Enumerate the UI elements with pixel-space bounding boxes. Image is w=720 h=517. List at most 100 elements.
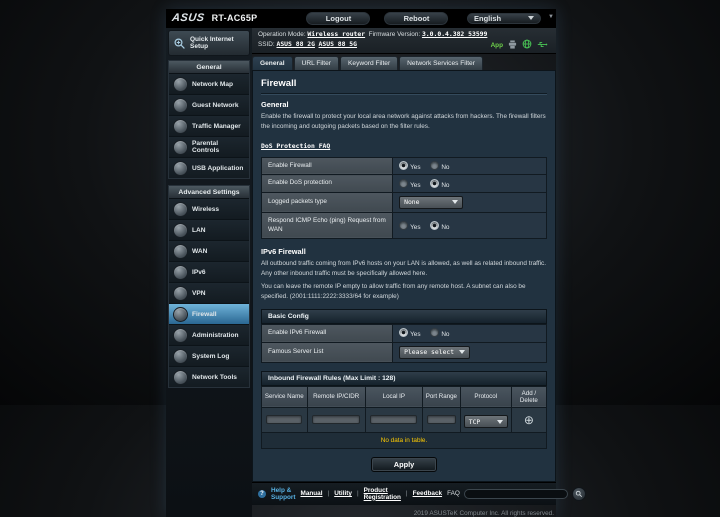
copyright-text: 2019 ASUSTeK Computer Inc. All rights re… (413, 509, 554, 517)
sidebar-section-general: General Network Map Guest Network Traffi… (168, 60, 250, 179)
ssid-5g-link[interactable]: ASUS_88_5G (319, 40, 357, 48)
respond-icmp-no-radio[interactable] (430, 220, 440, 230)
logged-packets-select[interactable]: None (399, 195, 464, 209)
sidebar-item-network-tools[interactable]: Network Tools (169, 367, 249, 387)
ipv6-description-1: All outbound traffic coming from IPv6 ho… (261, 260, 547, 278)
sidebar-item-network-map[interactable]: Network Map (169, 74, 249, 95)
enable-firewall-no-radio[interactable] (430, 161, 440, 170)
operation-mode-line: Operation Mode: Wireless router Firmware… (258, 30, 487, 40)
col-local-ip: Local IP (364, 385, 423, 408)
enable-dos-yes-radio[interactable] (399, 178, 409, 188)
lan-icon (173, 222, 188, 238)
enable-firewall-yes-radio[interactable] (399, 161, 409, 170)
sidebar-item-label: Traffic Manager (192, 122, 241, 130)
sidebar-item-label: System Log (192, 352, 230, 360)
link-separator: | (327, 490, 330, 498)
radio-label: Yes (410, 164, 421, 171)
remote-ip-input[interactable] (312, 414, 361, 424)
tab-general[interactable]: General (252, 55, 293, 70)
faq-search-button[interactable] (571, 486, 586, 501)
model-name: RT-AC65P (211, 13, 258, 23)
scroll-down-icon[interactable]: ▼ (548, 14, 554, 20)
main-column: Operation Mode: Wireless router Firmware… (252, 28, 586, 517)
radio-label: Yes (410, 181, 421, 189)
sidebar-item-wireless[interactable]: Wireless (169, 199, 249, 220)
sidebar-item-label: Wireless (192, 205, 220, 213)
network-map-icon (173, 76, 188, 92)
firewall-icon (173, 306, 188, 322)
sidebar-item-label: LAN (192, 226, 206, 234)
basic-config-table: Enable IPv6 Firewall Yes No Famous Serve… (260, 323, 547, 363)
globe-icon[interactable] (522, 39, 532, 49)
radio-label: No (441, 223, 450, 231)
product-registration-link[interactable]: Product Registration (364, 487, 401, 501)
asus-logo: ASUS (171, 12, 206, 24)
sidebar-item-vpn[interactable]: VPN (169, 283, 249, 304)
enable-ipv6-firewall-no-radio[interactable] (430, 328, 440, 338)
ssid-2g-link[interactable]: ASUS_88_2G (276, 40, 314, 48)
app-icon[interactable]: App (491, 42, 503, 49)
table-row: Enable Firewall Yes No (260, 156, 547, 176)
logged-packets-label: Logged packets type (260, 191, 394, 213)
firewall-panel: Firewall General Enable the firewall to … (252, 69, 556, 482)
basic-config-heading: Basic Config (261, 308, 547, 324)
tab-network-services-filter[interactable]: Network Services Filter (399, 55, 483, 70)
local-ip-input[interactable] (370, 414, 418, 424)
sidebar-item-label: Network Tools (192, 373, 237, 381)
sidebar-item-label: Parental Controls (192, 140, 220, 154)
sidebar-item-label: WAN (192, 247, 208, 255)
manual-link[interactable]: Manual (301, 490, 323, 497)
tab-keyword-filter[interactable]: Keyword Filter (340, 55, 399, 70)
sidebar-item-wan[interactable]: WAN (169, 241, 249, 262)
famous-server-list-select[interactable]: Please select (399, 345, 471, 359)
port-range-input[interactable] (426, 414, 456, 424)
help-support-link[interactable]: Help & Support (271, 487, 296, 501)
ssid-line: SSID: ASUS_88_2G ASUS_88_5G (258, 40, 487, 50)
table-row: Logged packets type None (260, 191, 547, 213)
ssid-label: SSID: (258, 40, 275, 48)
sidebar-item-lan[interactable]: LAN (169, 220, 249, 241)
printer-icon[interactable] (508, 40, 517, 49)
firmware-version-link[interactable]: 3.0.0.4.382_53599 (422, 30, 487, 38)
sidebar-item-traffic-manager[interactable]: Traffic Manager (169, 116, 249, 137)
service-name-input[interactable] (266, 414, 303, 424)
sidebar-item-usb-application[interactable]: USB Application (169, 158, 249, 178)
sidebar-item-firewall[interactable]: Firewall (169, 304, 249, 325)
system-log-icon (173, 348, 188, 364)
quick-internet-setup-button[interactable]: Quick Internet Setup (168, 30, 250, 56)
table-header-row: Service Name Remote IP/CIDR Local IP Por… (261, 385, 548, 408)
enable-ipv6-firewall-label: Enable IPv6 Firewall (260, 323, 394, 343)
sidebar-item-administration[interactable]: Administration (169, 325, 249, 346)
enable-dos-no-radio[interactable] (430, 178, 440, 188)
sidebar-item-parental-controls[interactable]: Parental Controls (169, 137, 249, 158)
status-infobar: Operation Mode: Wireless router Firmware… (252, 28, 556, 54)
operation-mode-label: Operation Mode: (258, 31, 306, 38)
faq-search-input[interactable] (463, 488, 568, 499)
wireless-icon (173, 201, 188, 217)
language-select[interactable]: English (466, 11, 542, 25)
logout-button[interactable]: Logout (305, 10, 372, 26)
sidebar-item-label: USB Application (192, 164, 244, 172)
utility-link[interactable]: Utility (334, 490, 352, 497)
apply-button[interactable]: Apply (371, 456, 437, 472)
respond-icmp-yes-radio[interactable] (399, 220, 409, 230)
sidebar-item-label: Guest Network (192, 101, 239, 109)
chevron-down-icon (528, 16, 534, 20)
operation-mode-link[interactable]: Wireless router (307, 30, 365, 38)
dos-protection-faq-link[interactable]: DoS Protection FAQ (261, 142, 330, 150)
sidebar-item-guest-network[interactable]: Guest Network (169, 95, 249, 116)
reboot-button[interactable]: Reboot (383, 10, 450, 26)
no-data-message: No data in table. (261, 431, 547, 449)
feedback-link[interactable]: Feedback (413, 490, 442, 497)
add-rule-button[interactable]: ⊕ (524, 414, 534, 426)
sidebar-item-ipv6[interactable]: IPv6 (169, 262, 249, 283)
protocol-select[interactable]: TCP (463, 415, 508, 429)
usb-icon[interactable] (537, 40, 548, 49)
col-add-delete: Add / Delete (510, 385, 548, 408)
enable-ipv6-firewall-yes-radio[interactable] (399, 328, 409, 338)
administration-icon (173, 327, 188, 343)
faq-label: FAQ (447, 490, 460, 498)
filter-tabs: General URL Filter Keyword Filter Networ… (252, 54, 556, 70)
tab-url-filter[interactable]: URL Filter (293, 55, 339, 70)
sidebar-item-system-log[interactable]: System Log (169, 346, 249, 367)
